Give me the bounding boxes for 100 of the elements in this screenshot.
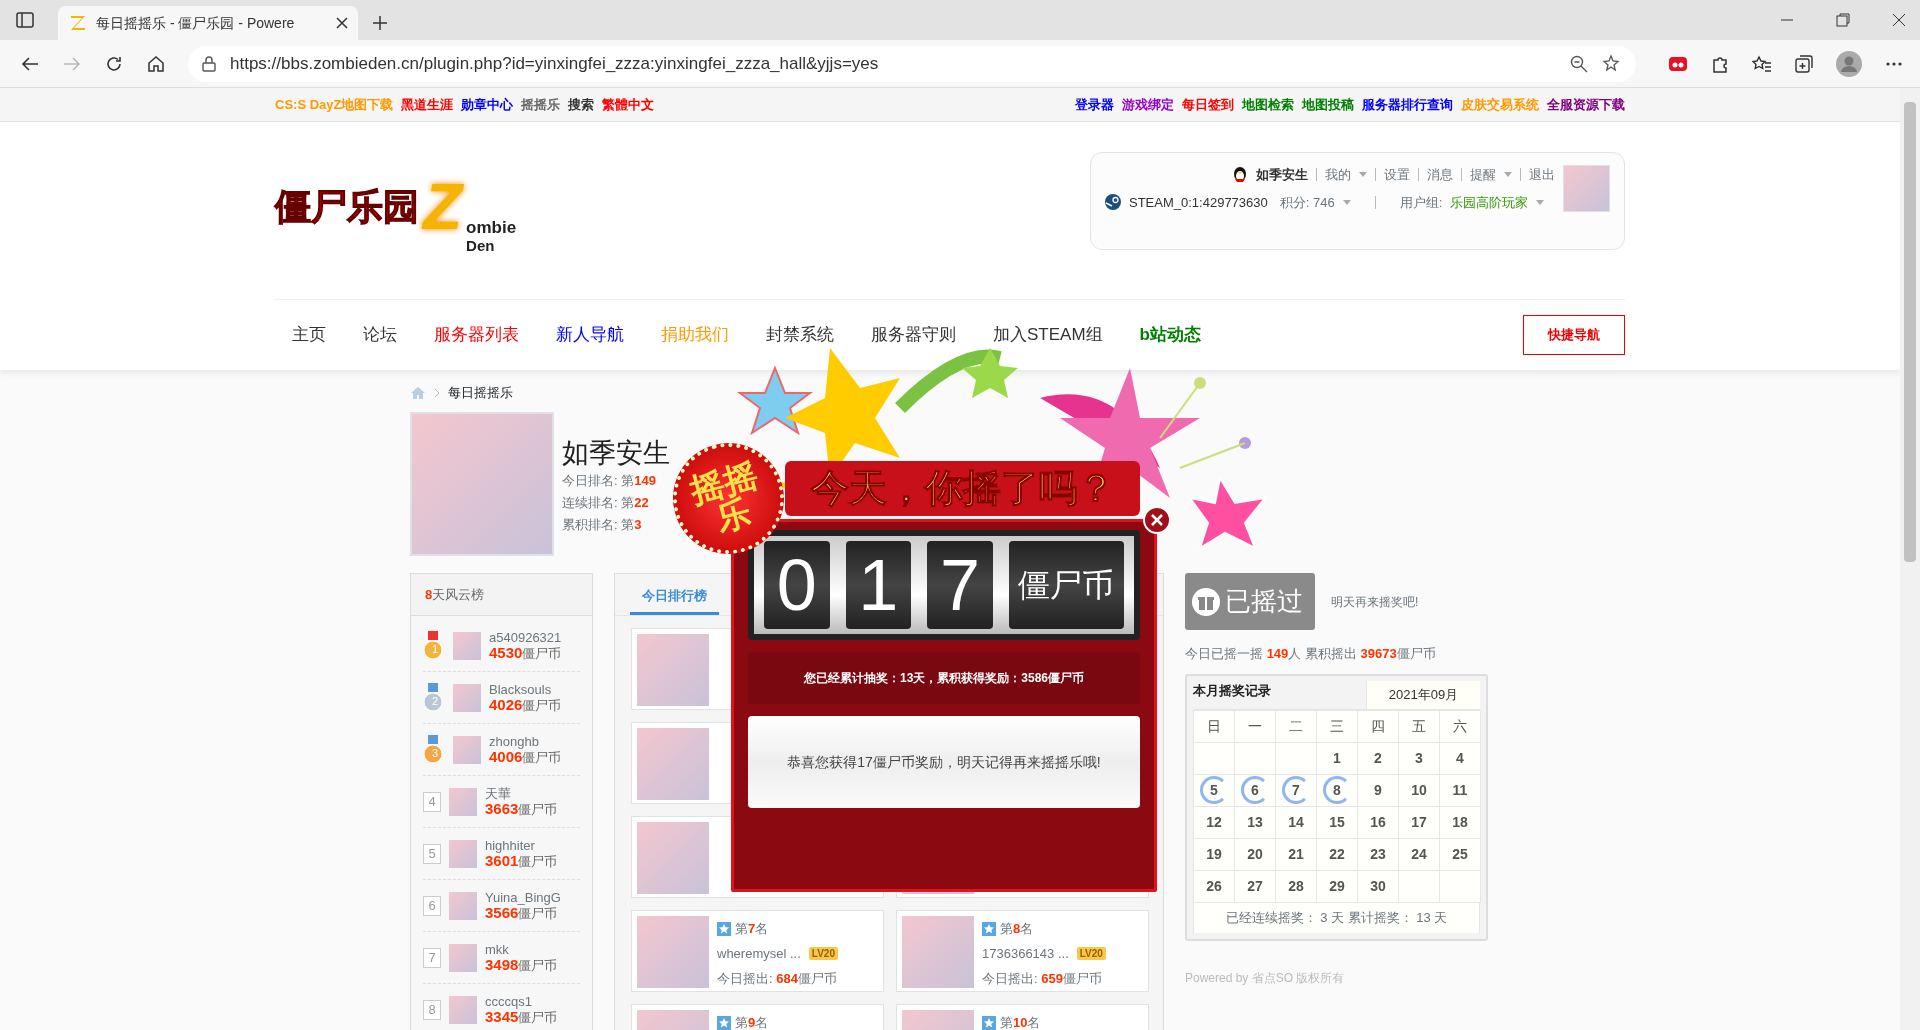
close-icon[interactable] xyxy=(336,17,348,29)
logo-subtitle: Den xyxy=(466,237,496,254)
nav-link[interactable]: 服务器列表 xyxy=(434,321,519,348)
user-link[interactable]: highhiter xyxy=(485,838,558,853)
avatar-photo[interactable] xyxy=(449,891,477,920)
top-link[interactable]: 搜索 xyxy=(568,94,595,115)
user-link[interactable]: 1736366143 ... xyxy=(982,941,1069,966)
nav-link[interactable]: 服务器守则 xyxy=(871,321,956,348)
avatar-photo[interactable] xyxy=(449,787,477,816)
star-add-icon[interactable] xyxy=(1602,53,1622,74)
top-link[interactable]: 服务器排行查询 xyxy=(1362,94,1453,115)
calendar-day: 19 xyxy=(1194,838,1235,871)
nav-link[interactable]: 封禁系统 xyxy=(766,321,834,348)
calendar-day: 15 xyxy=(1317,806,1358,839)
coin-amount: 4530僵尸币 xyxy=(489,645,562,661)
top-link[interactable]: 黑道生涯 xyxy=(401,94,454,115)
user-link[interactable]: ccccqs1 xyxy=(485,994,558,1009)
address-bar[interactable]: https://bbs.zombieden.cn/plugin.php?id=yinxingfei_zzza:yinxingfei_zzza_hall&yjjs=yes xyxy=(188,45,1636,82)
coin-amount: 4026僵尸币 xyxy=(489,697,562,713)
user-menu-link[interactable]: 退出 xyxy=(1529,165,1555,185)
rank-label: 第9名 xyxy=(735,1014,769,1030)
user-menu-link[interactable]: 消息 xyxy=(1427,165,1453,185)
rank-number: 3 xyxy=(430,746,440,762)
caret-icon xyxy=(1342,199,1351,205)
new-tab-icon[interactable] xyxy=(372,15,388,31)
user-group-link[interactable]: 乐园高阶玩家 xyxy=(1450,192,1529,212)
avatar-photo[interactable] xyxy=(902,916,974,988)
breadcrumb-link[interactable]: 每日摇摇乐 xyxy=(448,383,513,403)
rank-number: 8 xyxy=(423,999,441,1020)
calendar-day: 2 xyxy=(1358,742,1399,775)
restore-icon[interactable] xyxy=(1836,13,1850,27)
collections-icon[interactable] xyxy=(1794,53,1814,74)
top-link[interactable]: 勋章中心 xyxy=(461,94,514,115)
group-label: 用户组: xyxy=(1399,193,1443,212)
avatar-photo[interactable] xyxy=(637,916,709,988)
nav-link[interactable]: 加入STEAM组 xyxy=(993,321,1103,348)
user-link[interactable]: zhonghb xyxy=(489,734,562,749)
user-link[interactable]: wheremysel ... xyxy=(717,941,801,966)
top-link[interactable]: 每日签到 xyxy=(1182,94,1234,115)
quick-nav-button[interactable]: 快捷导航 xyxy=(1523,314,1625,355)
rank-text: 连续排名: 第22 xyxy=(562,494,650,512)
top-link[interactable]: 全服资源下载 xyxy=(1547,94,1625,115)
avatar-photo[interactable] xyxy=(449,995,477,1024)
rank-label: 第10名 xyxy=(1000,1014,1041,1030)
rank-label: 第7名 xyxy=(735,920,769,938)
user-link[interactable]: 天華 xyxy=(485,786,558,801)
nav-link[interactable]: 论坛 xyxy=(363,321,397,348)
calendar-day: 16 xyxy=(1358,806,1399,839)
user-menu-link[interactable]: 设置 xyxy=(1384,165,1410,185)
user-menu-link[interactable]: 我的 xyxy=(1325,165,1367,185)
top-link[interactable]: 繁體中文 xyxy=(602,94,655,115)
user-link[interactable]: Yuina_BingG xyxy=(485,890,561,905)
avatar-photo[interactable] xyxy=(453,735,481,764)
avatar-photo[interactable] xyxy=(637,634,709,706)
points-link[interactable]: 积分: 746 xyxy=(1279,192,1335,212)
avatar-photo[interactable] xyxy=(449,943,477,972)
avatar-photo[interactable] xyxy=(449,839,477,868)
user-link[interactable]: Blacksouls xyxy=(489,682,562,697)
scrollbar[interactable] xyxy=(1900,88,1920,1030)
avatar-photo[interactable] xyxy=(1563,165,1610,212)
penguin-icon xyxy=(1232,165,1248,184)
user-menu-link[interactable]: 提醒 xyxy=(1470,165,1512,185)
top-link[interactable]: 游戏绑定 xyxy=(1122,94,1174,115)
zoom-out-icon[interactable] xyxy=(1570,54,1588,73)
close-icon[interactable] xyxy=(1892,13,1906,27)
nav-link[interactable]: b站动态 xyxy=(1139,321,1201,348)
rank-label: 第8名 xyxy=(1000,920,1034,938)
nav-link[interactable]: 新人导航 xyxy=(556,321,624,348)
coin-amount: 4006僵尸币 xyxy=(489,749,562,765)
calendar-day: 17 xyxy=(1399,806,1440,839)
top-link[interactable]: 摇摇乐 xyxy=(521,94,561,115)
counter-unit: 僵尸币 xyxy=(1008,541,1124,629)
calendar-title: 本月摇奖记录 xyxy=(1193,682,1271,700)
avatar-photo[interactable] xyxy=(637,728,709,800)
avatar-photo[interactable] xyxy=(453,683,481,712)
scrollbar-thumb[interactable] xyxy=(1904,102,1916,562)
home-icon[interactable] xyxy=(146,53,166,74)
calendar-day: 25 xyxy=(1440,838,1481,871)
summary-text: 您已经累计抽奖：13天，累积获得奖励：3586僵尸币 xyxy=(748,652,1140,704)
user-link[interactable]: mkk xyxy=(485,942,558,957)
powered-text: Powered by 省点SO 版权所有 xyxy=(1185,969,1346,987)
top-link[interactable]: 地图投稿 xyxy=(1302,94,1354,115)
favorites-icon[interactable] xyxy=(1752,53,1772,74)
avatar-photo[interactable] xyxy=(637,822,709,894)
rank-number: 1 xyxy=(430,642,440,658)
ranking-tab[interactable]: 今日排行榜 xyxy=(630,574,719,615)
calendar-footer: 已经连续摇奖： 3 天 累计摇奖： 13 天 xyxy=(1193,902,1480,933)
username-link[interactable]: 如季安生 xyxy=(1256,165,1308,185)
top-link[interactable]: 地图检索 xyxy=(1242,94,1294,115)
avatar-photo[interactable] xyxy=(453,631,481,660)
user-link[interactable]: a540926321 xyxy=(489,630,562,645)
nav-link[interactable]: 主页 xyxy=(292,321,326,348)
sidebar-icon[interactable] xyxy=(15,10,35,30)
profile-icon[interactable] xyxy=(1836,50,1862,77)
lock-icon xyxy=(202,55,216,72)
stats-text: 今日已摇一摇 149人 累积摇出 39673僵尸币 xyxy=(1185,645,1437,663)
calendar-day: 14 xyxy=(1276,806,1317,839)
top-link[interactable]: 登录器 xyxy=(1075,94,1114,115)
coin-amount: 3663僵尸币 xyxy=(485,801,558,817)
calendar-day: 28 xyxy=(1276,870,1317,903)
